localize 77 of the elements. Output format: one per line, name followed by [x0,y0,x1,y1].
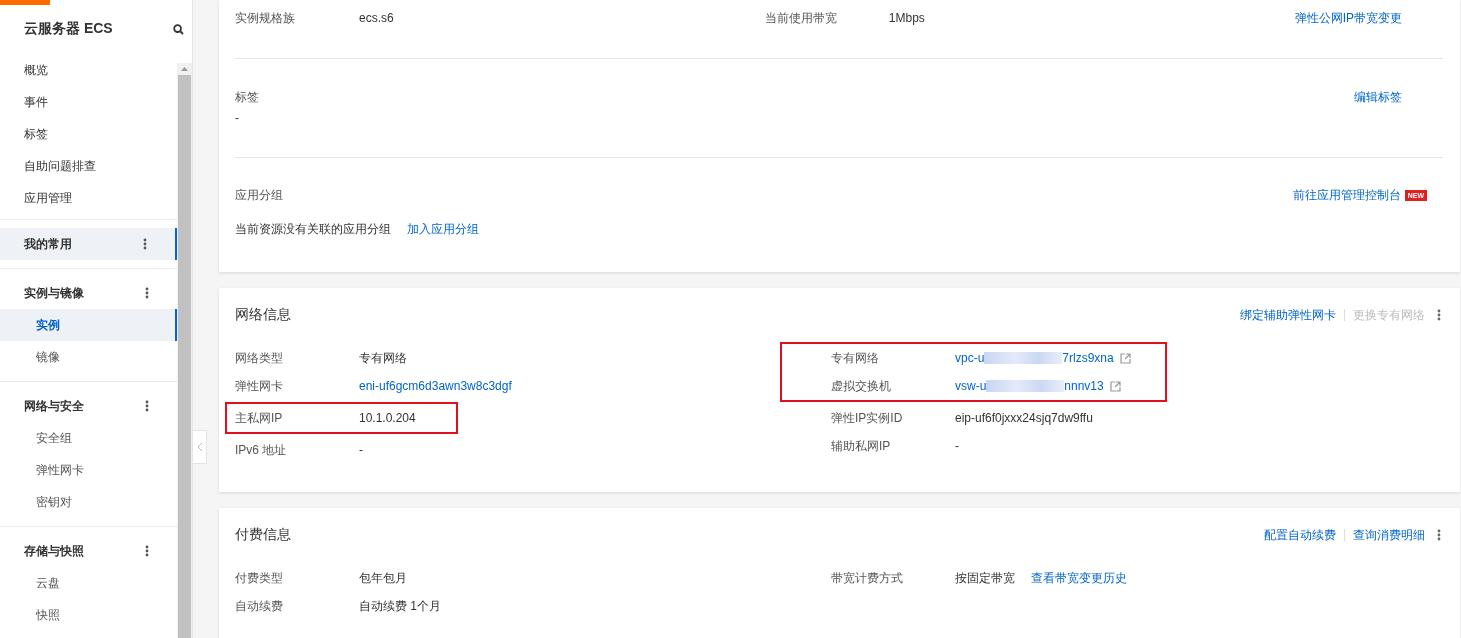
nav-item[interactable]: 事件 [0,86,177,118]
search-icon[interactable] [173,23,184,35]
nav-group-title: 存储与快照 [24,542,84,560]
field-value: 10.1.0.204 [359,411,416,425]
nav-group-header[interactable]: 实例与镜像 [0,277,177,309]
field-label: 应用分组 [235,187,284,204]
field-link[interactable]: 7rlzs9xna [1062,351,1114,365]
card-title: 网络信息 [235,306,291,324]
field-label: 弹性网卡 [235,377,284,395]
field-label: 标签 [235,89,260,106]
external-link-icon[interactable] [1119,352,1131,364]
field-value: eip-uf6f0jxxx24sjq7dw9ffu [955,411,1093,425]
nav-group-header[interactable]: 我的常用 [0,228,177,260]
nav-group-header[interactable]: 网络与安全 [0,390,177,422]
field-value: - [359,443,363,457]
top-accent-bar [0,0,50,5]
field-label: 带宽计费方式 [831,569,904,587]
scrollbar[interactable] [177,63,192,638]
field-value: 1Mbps [888,11,925,25]
field-label: 网络类型 [235,349,284,367]
nav-item[interactable]: 云盘 [0,567,177,599]
field-value: - [955,439,959,453]
action-link[interactable]: 编辑标签 [1354,89,1402,106]
nav-item[interactable]: 密钥对 [0,486,177,518]
field-label: 辅助私网IP [831,437,892,455]
nav-item[interactable]: 自助问题排查 [0,150,177,182]
nav-item[interactable]: 实例 [0,309,177,341]
field-label: IPv6 地址 [235,441,288,459]
field-value: - [235,111,240,125]
field-label: 自动续费 [235,597,284,615]
field-link[interactable]: vpc-u [955,351,985,365]
more-icon[interactable] [1437,529,1441,541]
field-link[interactable]: nnnv13 [1064,379,1104,393]
nav-item[interactable]: 标签 [0,118,177,150]
field-link[interactable]: vsw-u [955,379,987,393]
more-icon[interactable] [145,545,149,557]
nav-item[interactable]: 安全组 [0,422,177,454]
more-icon[interactable] [143,238,147,250]
nav-item[interactable]: 应用管理 [0,182,177,214]
field-link[interactable]: eni-uf6gcm6d3awn3w8c3dgf [359,379,512,393]
add-link[interactable]: 加入应用分组 [407,221,479,238]
field-label: 专有网络 [831,349,880,367]
sidebar-title: 云服务器 ECS [24,20,113,38]
action-link[interactable]: 绑定辅助弹性网卡 [1240,306,1336,324]
history-link[interactable]: 查看带宽变更历史 [1031,569,1127,587]
scroll-thumb[interactable] [178,75,191,638]
field-value: ecs.s6 [359,11,394,25]
nav-item[interactable]: 概览 [0,54,177,86]
field-label: 当前使用带宽 [764,9,838,27]
external-link-icon[interactable] [1109,380,1121,392]
chevron-left-icon [196,442,203,452]
empty-message: 当前资源没有关联的应用分组 [235,221,391,238]
action-link[interactable]: 前往应用管理控制台 [1292,187,1401,204]
nav-group-title: 我的常用 [24,235,72,253]
nav-item[interactable]: 弹性网卡 [0,454,177,486]
field-value: 专有网络 [359,349,407,367]
field-value: 按固定带宽 [955,569,1015,587]
nav-group-header[interactable]: 存储与快照 [0,535,177,567]
nav-group-title: 网络与安全 [24,397,84,415]
nav-group-title: 实例与镜像 [24,284,84,302]
nav-item[interactable]: 快照 [0,599,177,631]
action-link[interactable]: 查询消费明细 [1353,526,1425,544]
field-label: 主私网IP [235,409,284,427]
field-value: 自动续费 1个月 [359,597,441,615]
more-icon[interactable] [1437,309,1441,321]
action-link[interactable]: 弹性公网IP带宽变更 [1294,10,1402,27]
more-icon[interactable] [145,287,149,299]
collapse-handle[interactable] [193,430,207,464]
card-title: 付费信息 [235,526,291,544]
field-value: 包年包月 [359,569,407,587]
nav-item[interactable]: 镜像 [0,341,177,373]
action-link[interactable]: 配置自动续费 [1264,526,1336,544]
more-icon[interactable] [145,400,149,412]
field-label: 弹性IP实例ID [831,409,904,427]
field-label: 虚拟交换机 [831,377,892,395]
field-label: 付费类型 [235,569,284,587]
field-label: 实例规格族 [235,9,296,27]
